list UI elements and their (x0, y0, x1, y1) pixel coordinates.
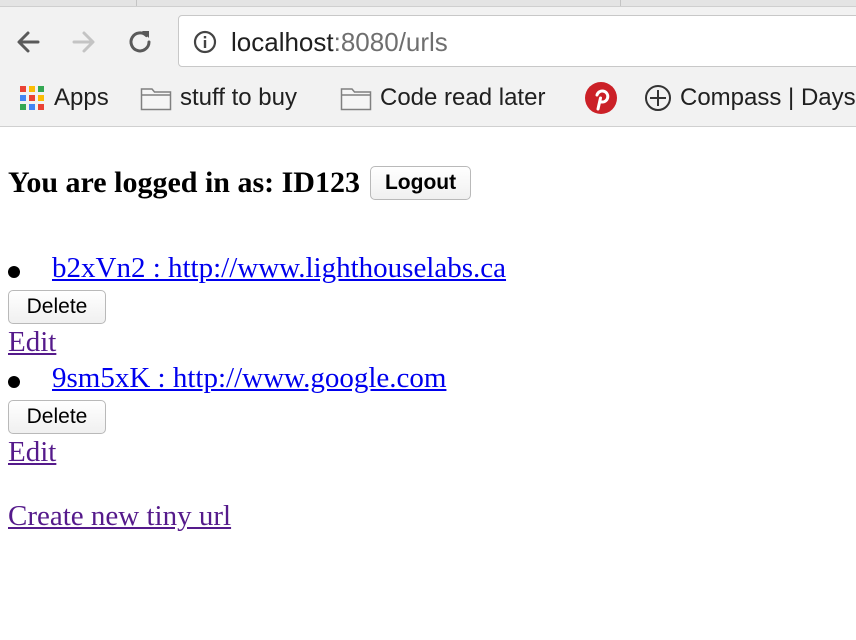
bookmark-label: Apps (54, 84, 109, 111)
edit-link[interactable]: Edit (8, 436, 56, 469)
bookmark-label: Compass | Days (680, 84, 856, 111)
bookmark-code-read-later[interactable]: Code read later (340, 78, 545, 118)
url-text[interactable]: localhost:8080/urls (231, 27, 448, 58)
bookmark-apps[interactable]: Apps (18, 78, 109, 118)
edit-link[interactable]: Edit (8, 326, 56, 359)
bookmark-stuff-to-buy[interactable]: stuff to buy (140, 78, 297, 118)
login-text: You are logged in as: ID123 (8, 166, 360, 199)
create-new-url-link[interactable]: Create new tiny url (8, 500, 231, 533)
short-url-link[interactable]: 9sm5xK : http://www.google.com (52, 362, 446, 395)
logout-button[interactable]: Logout (369, 166, 472, 200)
bookmark-label: stuff to buy (180, 84, 297, 111)
pinterest-icon (585, 82, 617, 114)
bookmarks-bar: Apps stuff to buy Code read later Compas… (0, 78, 856, 118)
reload-button[interactable] (122, 24, 158, 60)
short-url-link[interactable]: b2xVn2 : http://www.lighthouselabs.ca (52, 252, 506, 285)
bullet (8, 266, 20, 278)
reload-icon (129, 31, 151, 53)
tab-strip (0, 0, 856, 7)
back-arrow-icon (17, 31, 40, 53)
forward-arrow-icon (72, 31, 95, 53)
bookmark-compass[interactable]: Compass | Days (644, 78, 856, 118)
apps-grid-icon (20, 86, 44, 110)
bookmark-pinterest[interactable] (584, 78, 626, 118)
delete-button[interactable]: Delete (8, 400, 106, 434)
compass-icon (645, 85, 671, 111)
folder-icon (140, 88, 172, 111)
forward-button[interactable] (66, 24, 102, 60)
info-icon[interactable] (193, 30, 217, 54)
folder-icon (340, 88, 372, 111)
login-status: You are logged in as: ID123 Logout (8, 166, 472, 200)
bullet (8, 376, 20, 388)
browser-chrome: localhost:8080/urls Apps stuff to buy Co… (0, 0, 856, 127)
url-host: localhost (231, 27, 334, 57)
bookmark-label: Code read later (380, 84, 546, 111)
address-bar[interactable]: localhost:8080/urls (178, 15, 856, 67)
delete-button[interactable]: Delete (8, 290, 106, 324)
url-path: :8080/urls (333, 27, 448, 57)
back-button[interactable] (10, 24, 46, 60)
